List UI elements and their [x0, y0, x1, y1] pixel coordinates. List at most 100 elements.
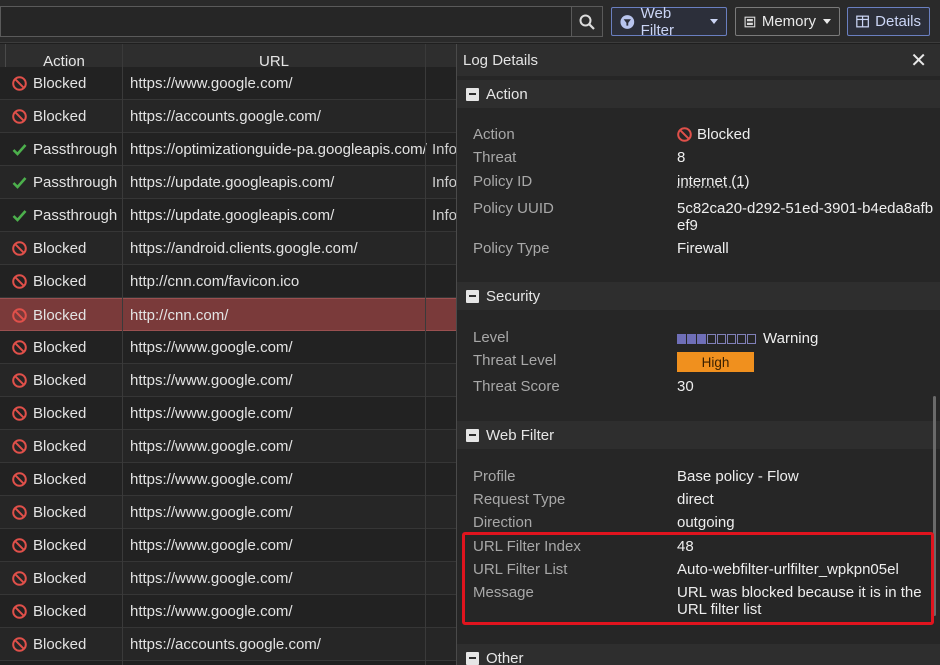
table-row[interactable]: Blocked https://www.google.com/: [0, 430, 456, 463]
table-row[interactable]: Blocked https://accounts.google.com/: [0, 628, 456, 661]
table-row[interactable]: Blocked https://android.clients.google.co…: [0, 232, 456, 265]
profile-value: Base policy - Flow: [677, 468, 799, 485]
field-label: Request Type: [473, 491, 566, 508]
threat-value: 8: [677, 149, 686, 166]
action-text: Blocked: [33, 107, 87, 125]
field-label: Action: [473, 126, 515, 143]
policy-uuid-value: 5c82ca20-d292-51ed-3901-b4eda8afbef9: [677, 200, 934, 234]
url-cell: https://www.google.com/: [130, 569, 293, 587]
table-row[interactable]: Blocked https://www.google.com/: [0, 397, 456, 430]
action-cell: Passthrough: [12, 133, 117, 165]
blocked-icon: [12, 75, 27, 91]
action-text: Blocked: [33, 635, 87, 653]
blocked-icon: [12, 372, 27, 388]
table-row[interactable]: Blocked https://www.google.com/: [0, 364, 456, 397]
table-row[interactable]: Blocked https://www.google.com/: [0, 529, 456, 562]
memory-dropdown-button[interactable]: Memory: [735, 7, 840, 36]
url-cell: https://www.google.com/: [130, 74, 293, 92]
action-value: Blocked: [677, 126, 939, 143]
table-row[interactable]: Blocked http://cnn.com/favicon.ico: [0, 265, 456, 298]
level-indicator: Warning: [677, 330, 818, 347]
action-text: Passthrough: [33, 173, 118, 191]
database-icon: [744, 16, 756, 27]
blocked-icon: [12, 273, 27, 289]
column-divider: [425, 44, 426, 665]
table-row[interactable]: Blocked https://www.google.com/: [0, 67, 456, 100]
table-row[interactable]: Blocked https://www.google.com/: [0, 496, 456, 529]
action-cell: Blocked: [12, 67, 86, 99]
close-icon[interactable]: ✕: [910, 48, 927, 73]
blocked-icon: [12, 570, 27, 586]
url-cell: https://www.google.com/: [130, 371, 293, 389]
url-cell: http://cnn.com/: [130, 306, 229, 324]
filter-icon: [620, 14, 635, 29]
details-toggle-button[interactable]: Details: [847, 7, 930, 36]
webfilter-label: Web Filter: [640, 4, 674, 39]
blocked-icon: [12, 537, 27, 553]
action-text: Blocked: [33, 338, 87, 356]
url-cell: https://www.google.com/: [130, 404, 293, 422]
action-cell: Blocked: [12, 463, 86, 495]
policy-type-value: Firewall: [677, 240, 729, 257]
section-title: Security: [486, 287, 541, 305]
action-text: Blocked: [33, 404, 87, 422]
action-cell: Blocked: [12, 299, 86, 331]
collapse-icon: [466, 87, 479, 101]
table-row[interactable]: Blocked https://www.google.com/: [0, 595, 456, 628]
table-row[interactable]: Blocked http://cnn.com/: [0, 298, 456, 331]
field-label: Policy UUID: [473, 200, 554, 217]
search-button[interactable]: [571, 6, 603, 37]
section-header-security[interactable]: Security: [457, 282, 940, 310]
action-text: Passthrough: [33, 140, 118, 158]
action-cell: Blocked: [12, 628, 86, 660]
action-text: Blocked: [33, 470, 87, 488]
toolbar: Web Filter Memory Details: [0, 0, 940, 43]
table-row[interactable]: Passthrough https://optimizationguide-pa.…: [0, 133, 456, 166]
blocked-icon: [677, 127, 692, 142]
level-square: [677, 333, 686, 344]
section-title: Action: [486, 85, 528, 103]
action-text: Blocked: [33, 569, 87, 587]
table-row[interactable]: Passthrough https://update.googleapis.com…: [0, 166, 456, 199]
action-text: Blocked: [33, 536, 87, 554]
memory-label: Memory: [761, 13, 816, 30]
action-cell: Blocked: [12, 331, 86, 363]
action-cell: Blocked: [12, 100, 86, 132]
action-text: Blocked: [33, 239, 87, 257]
level-square: [707, 333, 716, 344]
extra-cell: Info: [432, 206, 456, 224]
field-label: Direction: [473, 514, 533, 531]
threat-score-value: 30: [677, 378, 694, 395]
highlight-annotation-box: [462, 532, 934, 625]
section-header-webfilter[interactable]: Web Filter: [457, 421, 940, 449]
action-cell: Blocked: [12, 496, 86, 528]
section-header-other[interactable]: Other: [457, 644, 940, 665]
request-type-value: direct: [677, 491, 714, 508]
table-row[interactable]: Blocked https://www.google.com/: [0, 463, 456, 496]
table-row[interactable]: Blocked https://www.google.com/: [0, 331, 456, 364]
field-label: Policy Type: [473, 240, 550, 257]
table-row[interactable]: Passthrough https://update.googleapis.com…: [0, 199, 456, 232]
collapse-icon: [466, 428, 479, 442]
action-text: Blocked: [33, 306, 87, 324]
url-cell: https://accounts.google.com/: [130, 107, 321, 125]
blocked-icon: [12, 108, 27, 124]
webfilter-dropdown-button[interactable]: Web Filter: [611, 4, 727, 39]
table-row[interactable]: Blocked https://accounts.google.com/: [0, 100, 456, 133]
field-label: Threat Score: [473, 378, 560, 395]
section-header-action[interactable]: Action: [457, 80, 940, 108]
action-cell: Blocked: [12, 232, 86, 264]
level-square: [727, 333, 736, 344]
search-input[interactable]: [0, 6, 571, 37]
extra-cell: Info: [432, 173, 456, 191]
field-label: Profile: [473, 468, 516, 485]
action-cell: Blocked: [12, 562, 86, 594]
url-cell: https://android.clients.google.com/: [130, 239, 358, 257]
action-cell: Blocked: [12, 529, 86, 561]
table-row[interactable]: Blocked https://www.google.com/: [0, 562, 456, 595]
details-label: Details: [875, 13, 921, 30]
blocked-icon: [12, 603, 27, 619]
action-text: Blocked: [33, 74, 87, 92]
blocked-icon: [12, 504, 27, 520]
policy-id-link[interactable]: internet (1): [677, 173, 939, 190]
